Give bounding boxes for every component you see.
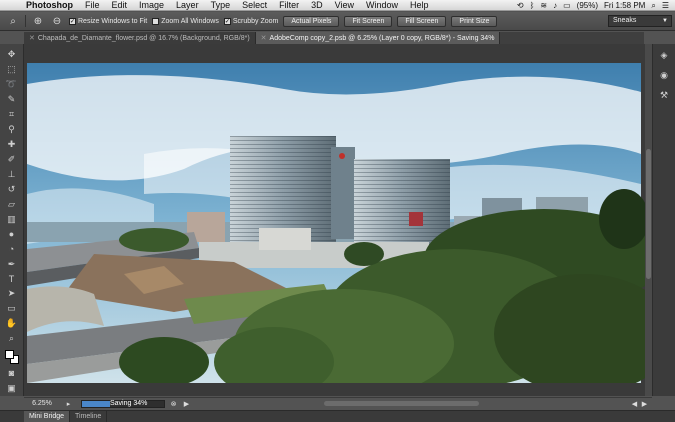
shape-tool-icon[interactable]: ▭ <box>4 301 20 316</box>
eyedropper-tool-icon[interactable]: ⚲ <box>4 122 20 137</box>
zoom-out-icon[interactable]: ⊖ <box>50 14 64 28</box>
menu-filter[interactable]: Filter <box>273 0 305 10</box>
panel-dock: ◈ ◉ ⚒ <box>652 44 675 396</box>
vertical-scrollbar[interactable] <box>645 44 652 396</box>
battery-icon[interactable]: ▭ <box>563 1 571 10</box>
gradient-tool-icon[interactable]: ▥ <box>4 212 20 227</box>
zoom-all-windows-checkbox[interactable]: Zoom All Windows <box>152 17 219 25</box>
crop-tool-icon[interactable]: ⌗ <box>4 107 20 122</box>
checkbox-checked-icon: ✓ <box>223 17 231 25</box>
lasso-tool-icon[interactable]: ➰ <box>4 77 20 92</box>
scrubby-zoom-checkbox[interactable]: ✓ Scrubby Zoom <box>223 17 279 25</box>
color-swatches[interactable] <box>3 348 21 366</box>
healing-brush-tool-icon[interactable]: ✚ <box>4 137 20 152</box>
battery-percent: (95%) <box>576 1 598 10</box>
checkbox-checked-icon: ✓ <box>69 17 76 25</box>
workspace-switcher[interactable]: Sneaks ▼ <box>608 15 672 27</box>
tab-chapada[interactable]: ✕ Chapada_de_Diamante_flower.psd @ 16.7%… <box>24 32 256 44</box>
play-icon[interactable]: ▶ <box>182 399 191 408</box>
pen-tool-icon[interactable]: ✒ <box>4 257 20 272</box>
adjustments-icon[interactable]: ⚒ <box>657 88 671 102</box>
resize-windows-checkbox[interactable]: ✓ Resize Windows to Fit <box>69 17 148 25</box>
menubar-status: ⟲ ᛒ ≋ ♪ ▭ (95%) Fri 1:58 PM ⌕ ☰ <box>517 0 669 11</box>
menu-bar: Photoshop File Edit Image Layer Type Sel… <box>0 0 675 11</box>
menu-select[interactable]: Select <box>236 0 273 10</box>
cancel-icon[interactable]: ⊗ <box>169 399 178 408</box>
spotlight-icon[interactable]: ⌕ <box>651 1 655 11</box>
scrollbar-thumb[interactable] <box>646 149 651 279</box>
document-tabs: ✕ Chapada_de_Diamante_flower.psd @ 16.7%… <box>24 32 644 44</box>
quick-selection-tool-icon[interactable]: ✎ <box>4 92 20 107</box>
horizontal-scrollbar-thumb[interactable] <box>324 401 479 406</box>
volume-icon[interactable]: ♪ <box>553 1 557 10</box>
document-image <box>24 44 645 396</box>
menu-3d[interactable]: 3D <box>305 0 329 10</box>
separator <box>25 15 26 27</box>
menu-type[interactable]: Type <box>205 0 237 10</box>
blur-tool-icon[interactable]: ● <box>4 227 20 242</box>
history-brush-tool-icon[interactable]: ↺ <box>4 182 20 197</box>
menu-app-name[interactable]: Photoshop <box>20 0 79 10</box>
info-icon[interactable]: ▸ <box>64 399 73 408</box>
status-bar: 6.25% ▸ Saving 34% ⊗ ▶ ◀ ▶ <box>24 397 652 409</box>
marquee-tool-icon[interactable]: ⬚ <box>4 62 20 77</box>
save-progress-bar: Saving 34% <box>81 399 165 408</box>
actual-pixels-button[interactable]: Actual Pixels <box>283 15 340 27</box>
canvas-area[interactable] <box>24 44 645 396</box>
chevron-down-icon: ▼ <box>662 18 668 24</box>
bluetooth-icon[interactable]: ᛒ <box>530 1 535 10</box>
options-bar: ⌕ ⊕ ⊖ ✓ Resize Windows to Fit Zoom All Wi… <box>0 12 675 31</box>
foreground-color-swatch[interactable] <box>4 350 14 360</box>
fill-screen-button[interactable]: Fill Screen <box>397 15 447 27</box>
menu-file[interactable]: File <box>79 0 106 10</box>
progress-fill <box>82 400 110 407</box>
close-icon[interactable]: ✕ <box>261 34 267 42</box>
tab-label: Chapada_de_Diamante_flower.psd @ 16.7% (… <box>37 34 250 42</box>
workspace-label: Sneaks <box>613 17 637 24</box>
scroll-left-icon[interactable]: ◀ <box>630 399 639 408</box>
path-selection-tool-icon[interactable]: ➤ <box>4 287 20 302</box>
progress-label: Saving 34% <box>110 399 148 407</box>
clone-stamp-tool-icon[interactable]: ⊥ <box>4 167 20 182</box>
zoom-in-icon[interactable]: ⊕ <box>31 14 45 28</box>
tools-panel: ✥ ⬚ ➰ ✎ ⌗ ⚲ ✚ ✐ ⊥ ↺ ▱ ▥ ● ◔ ✒ T ➤ ▭ ✋ ⌕ … <box>0 44 24 396</box>
clock[interactable]: Fri 1:58 PM <box>604 1 645 10</box>
zoom-tool-icon[interactable]: ⌕ <box>6 14 20 28</box>
brush-tool-icon[interactable]: ✐ <box>4 152 20 167</box>
properties-icon[interactable]: ◉ <box>657 68 671 82</box>
screen-mode-icon[interactable]: ▣ <box>4 381 20 396</box>
dodge-tool-icon[interactable]: ◔ <box>4 242 20 257</box>
layers-icon[interactable]: ◈ <box>657 48 671 62</box>
menu-layer[interactable]: Layer <box>170 0 205 10</box>
zoom-tool-icon[interactable]: ⌕ <box>4 331 20 346</box>
menu-edit[interactable]: Edit <box>106 0 134 10</box>
eraser-tool-icon[interactable]: ▱ <box>4 197 20 212</box>
close-icon[interactable]: ✕ <box>29 34 35 42</box>
resize-windows-label: Resize Windows to Fit <box>78 17 148 25</box>
menu-help[interactable]: Help <box>404 0 435 10</box>
tab-mini-bridge[interactable]: Mini Bridge <box>24 411 71 422</box>
scrubby-zoom-label: Scrubby Zoom <box>232 17 279 25</box>
history-icon[interactable]: ⟲ <box>517 1 524 10</box>
type-tool-icon[interactable]: T <box>4 272 20 287</box>
zoom-all-windows-label: Zoom All Windows <box>161 17 219 25</box>
tab-label: AdobeComp copy_2.psb @ 6.25% (Layer 0 co… <box>269 34 495 42</box>
tab-adobecomp[interactable]: ✕ AdobeComp copy_2.psb @ 6.25% (Layer 0 … <box>255 32 501 44</box>
menu-window[interactable]: Window <box>360 0 404 10</box>
menu-image[interactable]: Image <box>133 0 170 10</box>
print-size-button[interactable]: Print Size <box>451 15 498 27</box>
bottom-panel-tabs: Mini Bridge Timeline <box>0 410 675 422</box>
list-icon[interactable]: ☰ <box>662 1 669 10</box>
quick-mask-icon[interactable]: ◙ <box>4 366 20 381</box>
menu-view[interactable]: View <box>329 0 360 10</box>
wifi-icon[interactable]: ≋ <box>540 1 547 10</box>
scroll-right-icon[interactable]: ▶ <box>640 399 649 408</box>
tab-timeline[interactable]: Timeline <box>70 411 108 422</box>
hand-tool-icon[interactable]: ✋ <box>4 316 20 331</box>
checkbox-unchecked-icon <box>152 17 160 25</box>
zoom-level[interactable]: 6.25% <box>24 400 60 407</box>
move-tool-icon[interactable]: ✥ <box>4 47 20 62</box>
fit-screen-button[interactable]: Fit Screen <box>344 15 393 27</box>
